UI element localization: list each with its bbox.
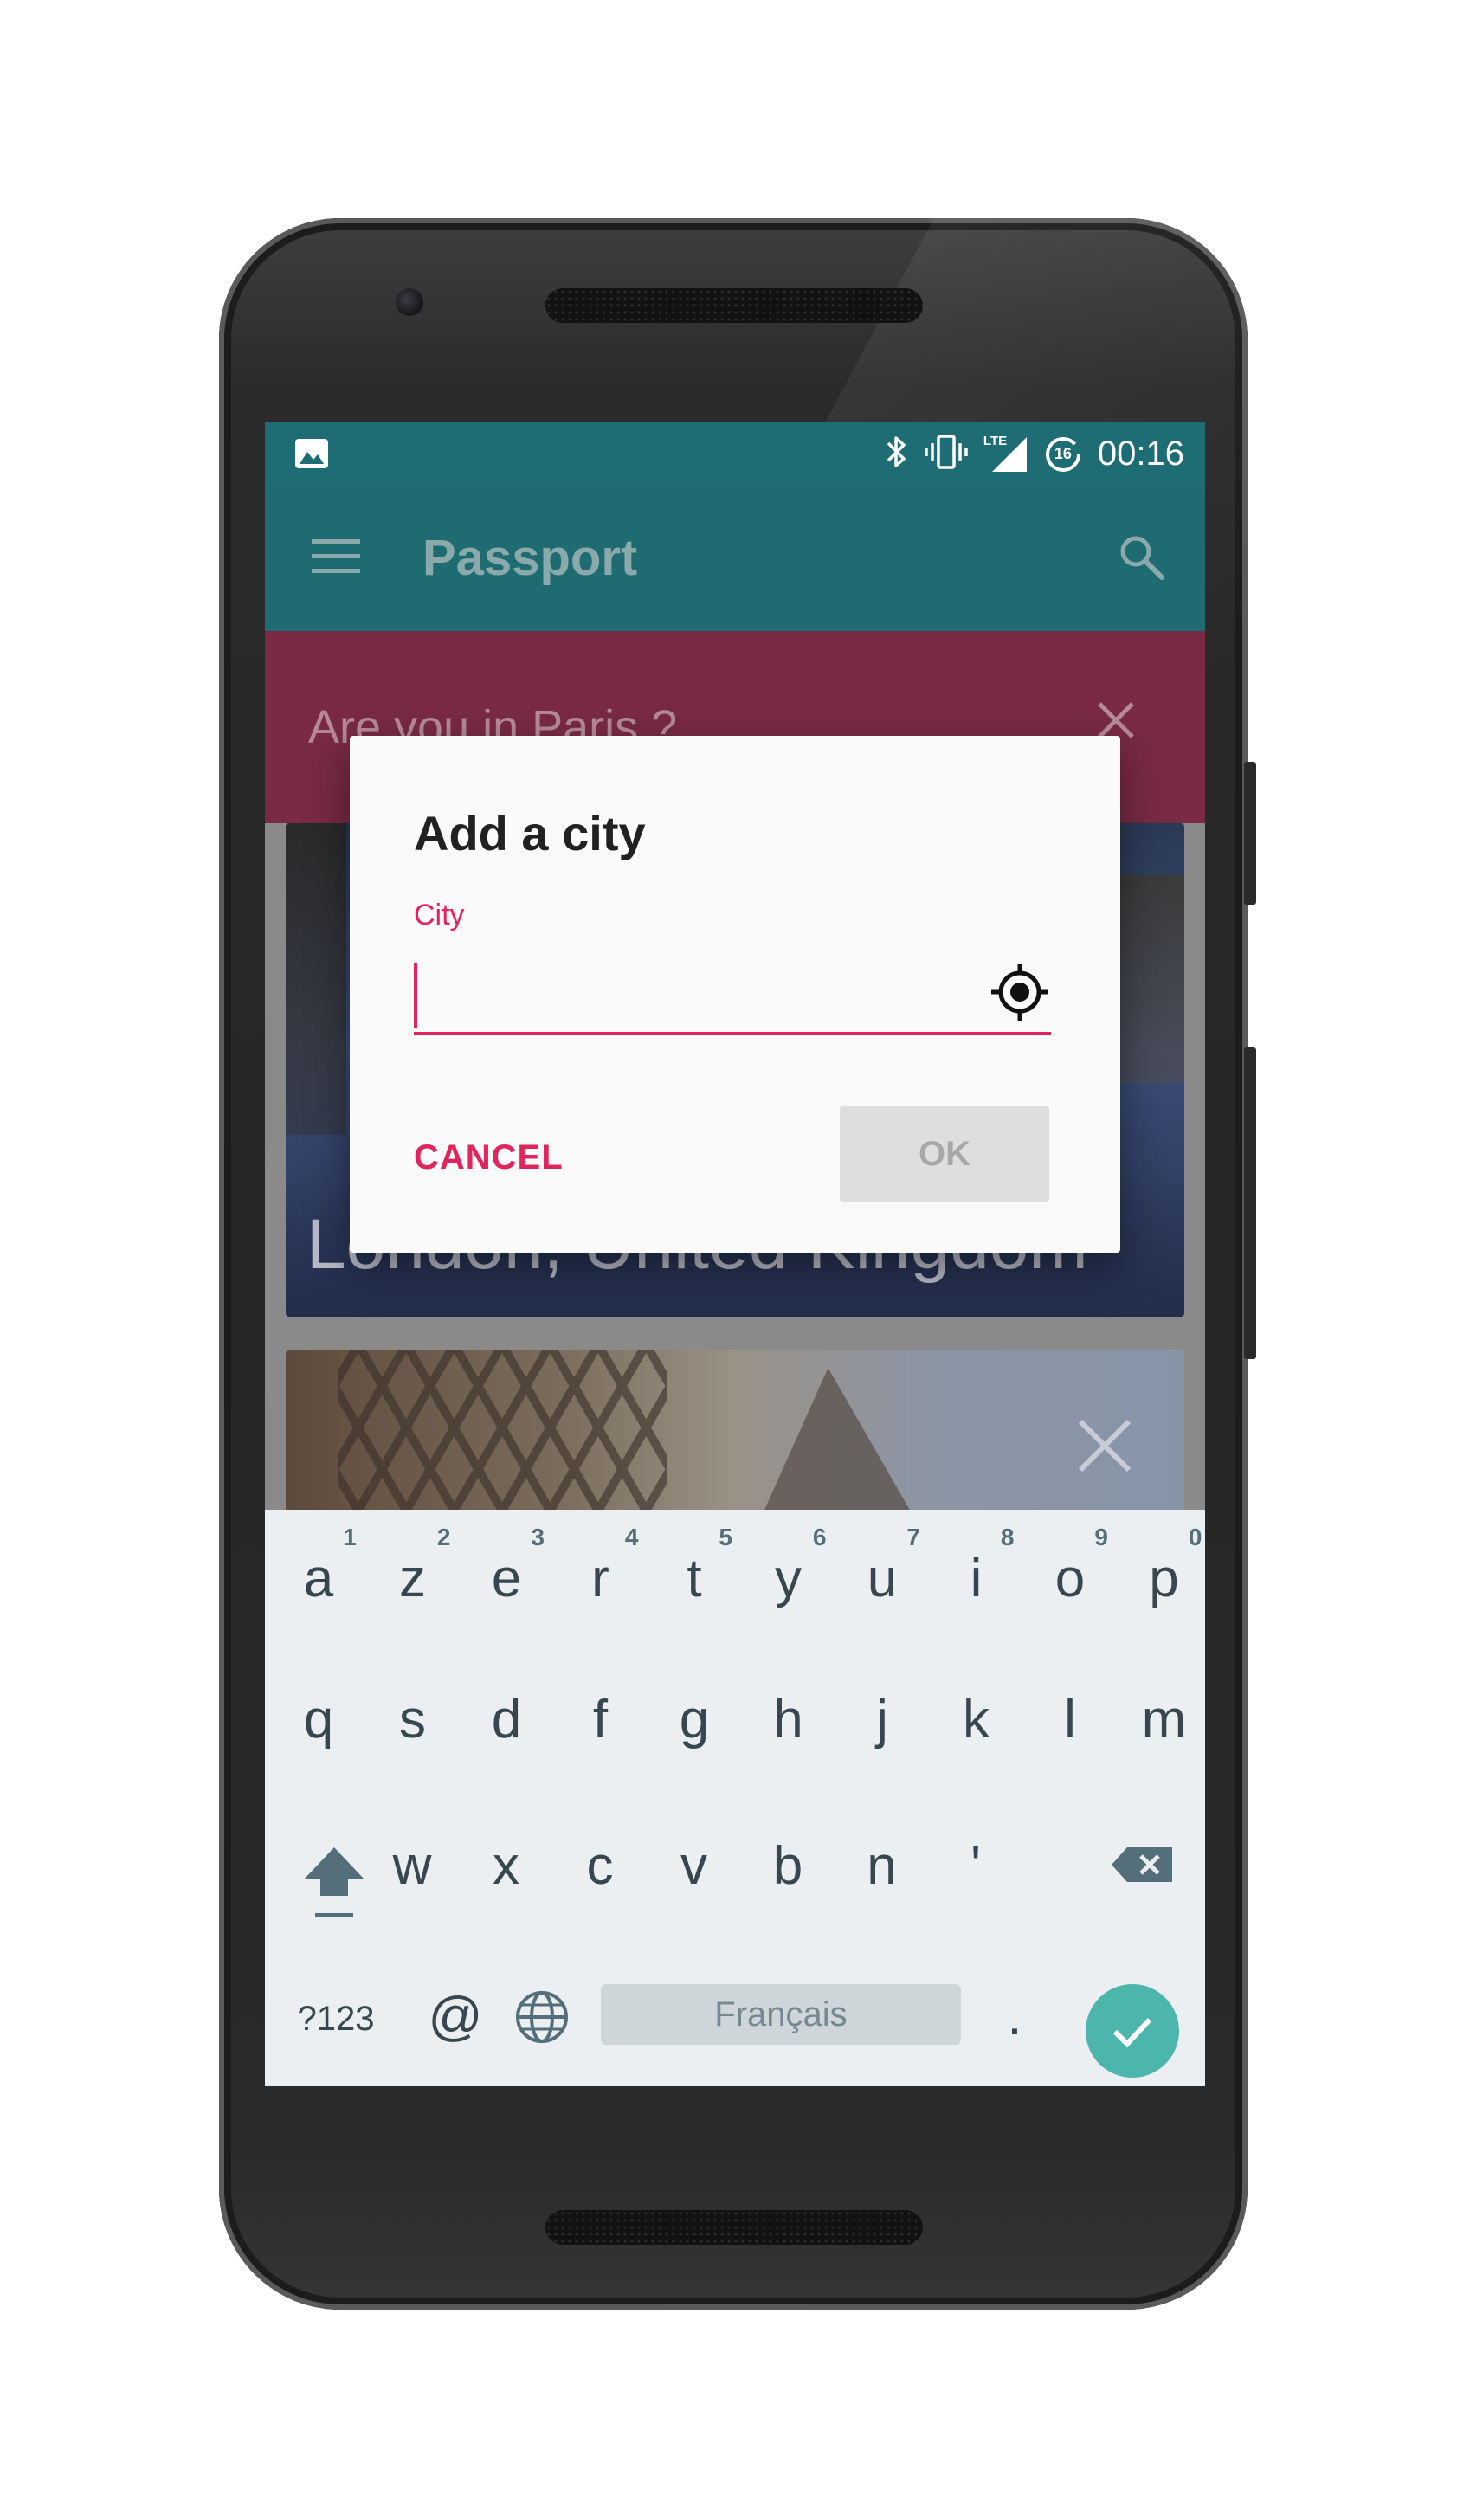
key-y[interactable]: 6y [742,1510,835,1640]
key-c[interactable]: c [553,1797,647,1927]
status-bar: LTE 16 00:16 [265,422,1205,486]
cancel-button[interactable]: CANCEL [414,1127,564,1188]
key-letter: f [592,1690,609,1750]
key-letter: d [491,1690,522,1750]
key-letter: b [772,1836,803,1896]
symbols-key[interactable]: ?123 [284,1984,388,2053]
dialog-title: Add a city [414,806,646,860]
key-t[interactable]: 5t [648,1510,741,1640]
key-u[interactable]: 7u [835,1510,929,1640]
key-letter: c [586,1836,614,1896]
key-letter: k [963,1690,990,1750]
status-time: 00:16 [1097,435,1184,473]
key-letter: n [867,1836,897,1896]
key-letter: u [867,1549,898,1608]
at-key[interactable]: @ [412,1977,499,2057]
key-s[interactable]: s [366,1653,460,1782]
key-f[interactable]: f [554,1653,648,1782]
key-o[interactable]: 9o [1023,1510,1117,1640]
enter-key[interactable] [1086,1984,1179,2078]
key-q[interactable]: q [272,1653,365,1782]
key-letter: j [876,1690,888,1750]
city-field-label: City [414,899,465,931]
key-letter: t [687,1549,702,1608]
power-button [1244,762,1256,905]
space-bar[interactable]: Français [601,1984,961,2045]
ok-button[interactable]: OK [840,1106,1049,1202]
key-letter: v [680,1836,707,1896]
key-v[interactable]: v [648,1797,741,1927]
key-w[interactable]: w [365,1797,459,1927]
key-letter: ' [970,1836,981,1896]
key-letter: e [491,1549,522,1608]
city-field [414,945,1051,1041]
phone-screen: LTE 16 00:16 Passport Are you in Paris ?… [265,422,1205,2086]
key-apostrophe[interactable]: ' [929,1797,1022,1927]
period-key[interactable]: . [971,1977,1058,2057]
key-letter: i [970,1549,983,1608]
key-j[interactable]: j [835,1653,929,1782]
add-city-dialog: Add a city City CANCEL OK [350,736,1120,1253]
checkmark-icon [1112,2017,1152,2048]
globe-icon[interactable] [499,1977,585,2057]
key-h[interactable]: h [742,1653,835,1782]
key-letter: y [775,1549,802,1608]
image-notification-icon [294,438,329,469]
backspace-key[interactable] [1099,1830,1186,1925]
text-caret [414,963,417,1028]
close-icon[interactable] [1077,1418,1132,1478]
key-letter: a [303,1549,334,1608]
key-d[interactable]: d [460,1653,553,1782]
key-x[interactable]: x [460,1797,553,1927]
key-l[interactable]: l [1023,1653,1117,1782]
vibrate-icon [925,433,968,475]
data-saver-icon: 16 [1044,435,1082,474]
front-camera [396,288,423,316]
key-b[interactable]: b [741,1797,835,1927]
city-input[interactable] [414,945,968,1032]
search-icon[interactable] [1115,531,1167,587]
key-k[interactable]: k [930,1653,1023,1782]
key-r[interactable]: 4r [554,1510,648,1640]
key-a[interactable]: 1a [272,1510,365,1640]
key-letter: l [1064,1690,1076,1750]
lte-signal-icon: LTE [983,433,1028,474]
key-p[interactable]: 0p [1118,1510,1206,1640]
status-icons: LTE 16 00:16 [885,422,1184,486]
soft-keyboard: 1a2z3e4r5t6y7u8i9o0p qsdfghjklm w x c v b n ' … [265,1510,1205,2086]
app-title: Passport [422,530,638,586]
bluetooth-icon [885,433,909,475]
key-e[interactable]: 3e [460,1510,553,1640]
bottom-speaker-grille [545,2210,923,2245]
key-g[interactable]: g [648,1653,741,1782]
key-letter: x [493,1836,519,1896]
data-saver-badge: 16 [1054,444,1072,462]
key-letter: s [399,1690,426,1750]
field-underline [414,1032,1051,1035]
key-m[interactable]: m [1118,1653,1206,1782]
key-letter: z [399,1549,426,1608]
key-letter: p [1149,1549,1179,1608]
my-location-icon[interactable] [989,961,1051,1023]
key-letter: w [392,1836,432,1896]
volume-rocker [1244,1047,1256,1359]
key-letter: g [679,1690,710,1750]
key-n[interactable]: n [835,1797,929,1927]
card-image-roof [758,1368,918,1524]
lte-label: LTE [983,433,1008,448]
top-speaker-grille [545,288,923,323]
key-letter: r [591,1549,609,1608]
key-z[interactable]: 2z [366,1510,460,1640]
key-letter: o [1054,1549,1086,1608]
key-i[interactable]: 8i [930,1510,1023,1640]
key-letter: q [303,1690,334,1750]
app-bar: Passport [265,486,1205,631]
key-letter: m [1141,1690,1187,1750]
shift-key[interactable] [291,1839,377,1934]
key-letter: h [773,1690,803,1750]
hamburger-menu-icon[interactable] [310,538,362,580]
